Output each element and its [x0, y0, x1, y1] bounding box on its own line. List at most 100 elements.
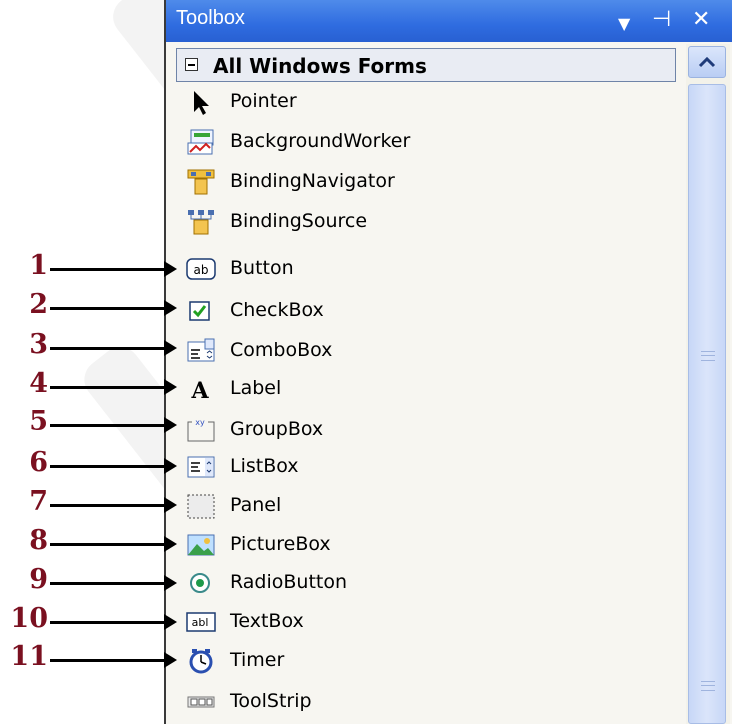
- textbox-icon: abl: [186, 612, 216, 632]
- toolbox-item-panel[interactable]: Panel: [186, 490, 666, 522]
- callout-number: 2: [29, 289, 48, 320]
- callout-number: 9: [29, 564, 48, 595]
- arrow-shaft: [50, 386, 168, 389]
- callout-number: 3: [29, 329, 48, 360]
- checkbox-icon: [189, 301, 210, 321]
- callout-number: 8: [29, 525, 48, 556]
- timer-icon: [189, 649, 213, 674]
- toolbox-item-textbox[interactable]: abl TextBox: [186, 606, 666, 638]
- item-label: GroupBox: [230, 418, 324, 440]
- callout-panel: 7: [0, 486, 177, 520]
- arrow-shaft: [50, 621, 168, 624]
- callout-button: 1: [0, 250, 177, 284]
- item-label: ListBox: [230, 455, 299, 477]
- toolbox-item-radiobutton[interactable]: RadioButton: [186, 567, 666, 599]
- arrow-head-icon: [164, 261, 177, 277]
- toolbox-item-groupbox[interactable]: xy GroupBox: [186, 414, 666, 446]
- item-label: Panel: [230, 494, 282, 516]
- toolbox-item-listbox[interactable]: ListBox: [186, 451, 666, 483]
- callout-number: 11: [10, 641, 48, 672]
- arrow-head-icon: [164, 458, 177, 474]
- item-label: Pointer: [230, 90, 297, 112]
- arrow-shaft: [50, 268, 168, 271]
- arrow-shaft: [50, 504, 168, 507]
- arrow-head-icon: [164, 417, 177, 433]
- toolbox-item-checkbox[interactable]: CheckBox: [186, 295, 666, 327]
- toolbox-item-picturebox[interactable]: PictureBox: [186, 529, 666, 561]
- item-label: CheckBox: [230, 299, 324, 321]
- toolbox-item-bindingsource[interactable]: BindingSource: [186, 206, 666, 238]
- vertical-scrollbar[interactable]: [686, 44, 730, 724]
- toolbox-item-button[interactable]: ab Button: [186, 253, 666, 285]
- arrow-head-icon: [164, 340, 177, 356]
- item-label: Timer: [230, 649, 285, 671]
- item-label: TextBox: [230, 610, 304, 632]
- group-header-all-windows-forms[interactable]: All Windows Forms: [176, 48, 676, 82]
- combobox-icon: [187, 338, 215, 362]
- item-label: ComboBox: [230, 339, 333, 361]
- toolbox-item-timer[interactable]: Timer: [186, 645, 666, 677]
- arrow-shaft: [50, 424, 168, 427]
- arrow-head-icon: [164, 300, 177, 316]
- callout-number: 6: [29, 447, 48, 478]
- callout-groupbox: 5: [0, 406, 177, 440]
- pointer-icon: [194, 91, 209, 115]
- callout-number: 4: [29, 368, 48, 399]
- group-label: All Windows Forms: [213, 54, 427, 78]
- item-label: BindingNavigator: [230, 170, 395, 192]
- toolbox-titlebar: Toolbox ▼ ⊣ ✕: [166, 0, 732, 42]
- svg-text:ab: ab: [194, 263, 209, 277]
- scroll-up-button[interactable]: [688, 46, 726, 78]
- pin-icon[interactable]: ⊣: [652, 8, 671, 32]
- arrow-head-icon: [164, 575, 177, 591]
- callout-listbox: 6: [0, 447, 177, 481]
- item-label: RadioButton: [230, 571, 348, 593]
- callout-number: 1: [29, 250, 48, 281]
- callout-textbox: 10: [0, 603, 177, 637]
- arrow-head-icon: [164, 614, 177, 630]
- callout-label: 4: [0, 368, 177, 402]
- item-label: PictureBox: [230, 533, 331, 555]
- toolbox-title: Toolbox: [176, 7, 245, 29]
- close-icon[interactable]: ✕: [692, 8, 710, 32]
- arrow-head-icon: [164, 497, 177, 513]
- grip-icon: [701, 351, 715, 361]
- toolbox-item-label[interactable]: A Label: [186, 373, 666, 405]
- dropdown-arrow-icon[interactable]: ▼: [618, 12, 630, 36]
- toolbox-item-pointer[interactable]: Pointer: [186, 86, 666, 118]
- arrow-shaft: [50, 582, 168, 585]
- svg-text:abl: abl: [192, 616, 209, 629]
- callout-timer: 11: [0, 641, 177, 675]
- callout-combobox: 3: [0, 329, 177, 363]
- listbox-icon: [187, 456, 215, 478]
- item-label: BackgroundWorker: [230, 130, 411, 152]
- item-label: Button: [230, 257, 294, 279]
- button-icon: ab: [186, 258, 216, 280]
- callout-checkbox: 2: [0, 289, 177, 323]
- binding-source-icon: [188, 210, 214, 235]
- toolbox-item-backgroundworker[interactable]: BackgroundWorker: [186, 126, 666, 158]
- toolbox-item-toolstrip[interactable]: ToolStrip: [186, 686, 666, 718]
- callout-picturebox: 8: [0, 525, 177, 559]
- item-label: Label: [230, 377, 282, 399]
- groupbox-icon: xy: [187, 418, 215, 442]
- picturebox-icon: [187, 534, 215, 556]
- callout-number: 7: [29, 486, 48, 517]
- arrow-shaft: [50, 543, 168, 546]
- scroll-thumb[interactable]: [688, 84, 726, 724]
- collapse-icon[interactable]: [185, 58, 198, 71]
- binding-navigator-icon: [187, 169, 215, 195]
- grip-icon: [701, 681, 715, 691]
- toolbox-panel: Toolbox ▼ ⊣ ✕ All Windows Forms Pointer …: [164, 0, 732, 724]
- toolbox-item-combobox[interactable]: ComboBox: [186, 335, 666, 367]
- arrow-head-icon: [164, 536, 177, 552]
- svg-text:A: A: [190, 378, 209, 403]
- arrow-shaft: [50, 307, 168, 310]
- arrow-shaft: [50, 465, 168, 468]
- callout-number: 10: [10, 603, 48, 634]
- svg-text:xy: xy: [195, 418, 205, 427]
- arrow-shaft: [50, 659, 168, 662]
- callout-radiobutton: 9: [0, 564, 177, 598]
- arrow-head-icon: [164, 379, 177, 395]
- toolbox-item-bindingnavigator[interactable]: BindingNavigator: [186, 166, 666, 198]
